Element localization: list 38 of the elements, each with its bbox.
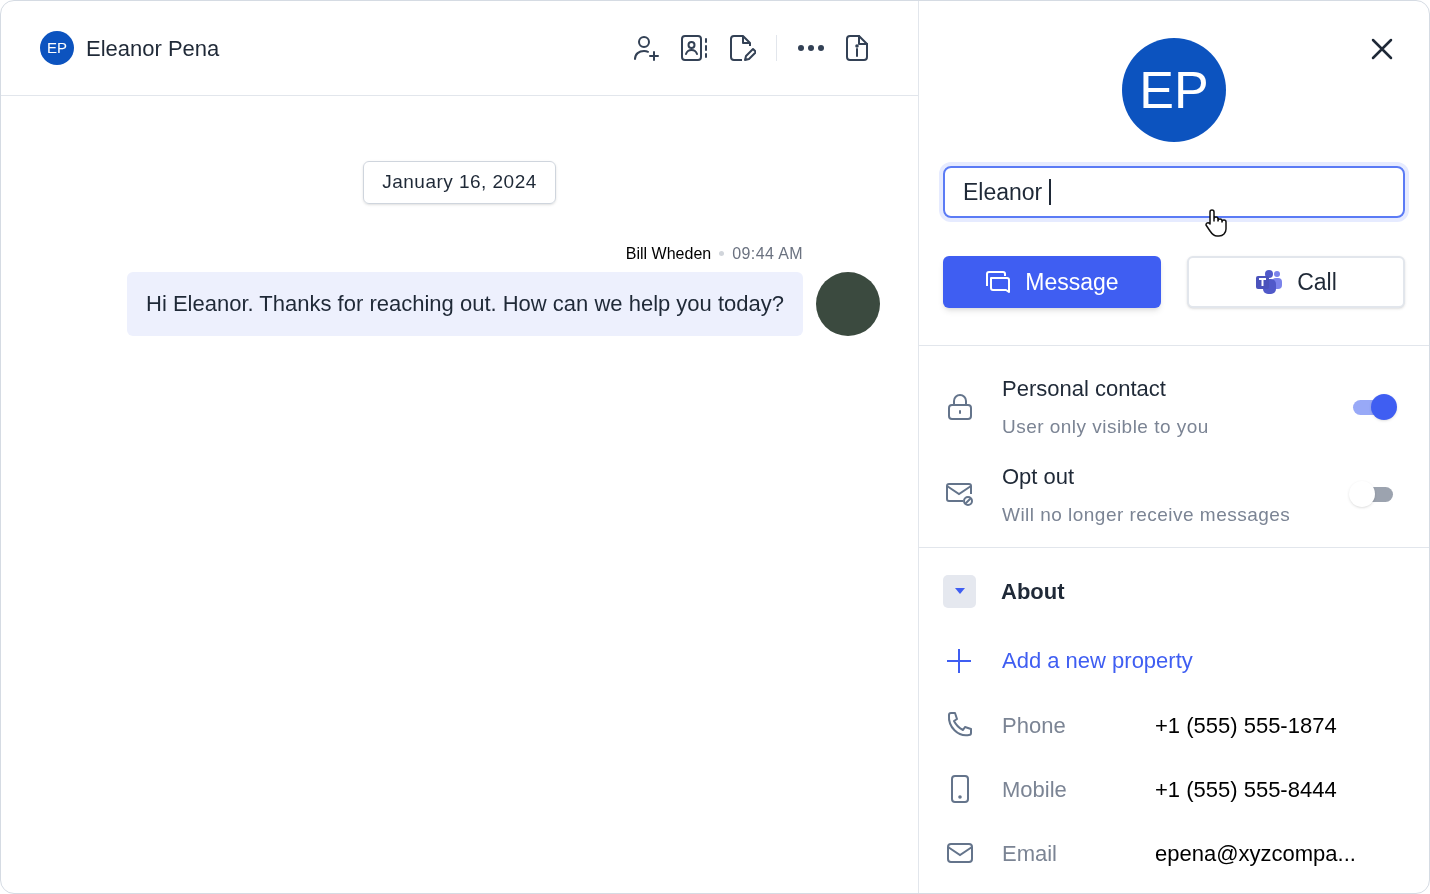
caret-icon [953, 586, 966, 596]
lock-icon [947, 392, 973, 421]
phone-icon [946, 711, 974, 739]
property-value: epena@xyzcompa... [1155, 839, 1356, 868]
call-button[interactable]: Call [1187, 256, 1405, 308]
mobile-phone-icon [950, 775, 970, 803]
add-user-icon[interactable] [632, 34, 660, 62]
property-value: +1 (555) 555-1874 [1155, 711, 1337, 740]
mail-blocked-icon [945, 481, 975, 508]
property-label: Email [1002, 839, 1058, 868]
avatar: EP [1122, 38, 1226, 142]
section-title: About [1001, 577, 1065, 606]
hand-cursor-icon [1203, 208, 1229, 238]
info-document-icon[interactable] [845, 34, 869, 62]
date-label: January 16, 2024 [363, 161, 556, 204]
teams-icon [1255, 269, 1284, 295]
setting-description: Will no longer receive messages [1002, 502, 1291, 527]
chat-icon [985, 270, 1012, 294]
contact-name: Eleanor Pena [86, 34, 220, 63]
message-time: 09:44 AM [732, 243, 803, 264]
sender-name: Bill Wheden [625, 243, 712, 264]
setting-title: Opt out [1002, 462, 1076, 491]
collapse-toggle[interactable] [943, 574, 976, 608]
plus-icon [946, 647, 972, 674]
avatar: EP [40, 31, 74, 65]
property-label: Phone [1002, 711, 1067, 740]
contact-card-icon[interactable] [680, 34, 708, 62]
more-icon[interactable] [797, 44, 825, 52]
setting-title: Personal contact [1002, 375, 1167, 403]
message-button[interactable]: Message [943, 256, 1161, 308]
setting-description: User only visible to you [1002, 415, 1209, 439]
property-label: Mobile [1002, 775, 1068, 804]
add-property-link[interactable]: Add a new property [1002, 644, 1193, 677]
edit-document-icon[interactable] [728, 34, 756, 62]
close-icon[interactable] [1371, 38, 1393, 60]
mail-icon [946, 842, 974, 864]
property-value: +1 (555) 555-8444 [1155, 775, 1337, 804]
message-bubble: Hi Eleanor. Thanks for reaching out. How can we help you today? [127, 271, 803, 336]
